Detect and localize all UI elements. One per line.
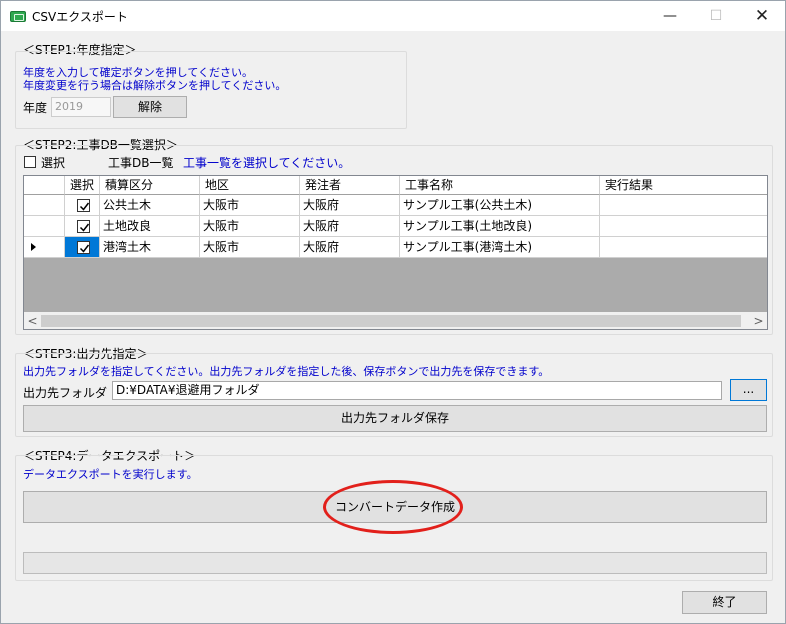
cell-client[interactable]: 大阪府: [300, 216, 400, 237]
step3-desc: 出力先フォルダを指定してください。出力先フォルダを指定した後、保存ボタンで出力先…: [23, 365, 550, 378]
close-button[interactable]: ✕: [739, 1, 785, 31]
row-header[interactable]: [24, 216, 65, 237]
cell-category[interactable]: 土地改良: [100, 216, 200, 237]
db-list-grid: 選択 積算区分 地区 発注者 工事名称 実行結果 公共土木 大阪市 大阪府 サン…: [23, 175, 768, 330]
cell-result[interactable]: [600, 237, 767, 258]
column-header-category[interactable]: 積算区分: [100, 176, 200, 195]
title-bar: CSVエクスポート — ☐ ✕: [1, 1, 785, 31]
year-label: 年度: [23, 101, 48, 115]
browse-folder-button[interactable]: ...: [730, 379, 767, 401]
folder-path-input[interactable]: D:¥DATA¥退避用フォルダ: [112, 381, 722, 400]
release-button[interactable]: 解除: [113, 96, 187, 118]
cell-result[interactable]: [600, 216, 767, 237]
current-row-arrow-icon: [31, 243, 36, 251]
row-checkbox-cell[interactable]: [65, 237, 100, 258]
row-checkbox[interactable]: [77, 241, 90, 254]
column-header-select[interactable]: 選択: [65, 176, 100, 195]
exit-button[interactable]: 終了: [682, 591, 767, 614]
year-input[interactable]: 2019: [51, 97, 111, 117]
cell-district[interactable]: 大阪市: [200, 216, 300, 237]
app-icon: [10, 11, 26, 22]
scroll-left-icon[interactable]: <: [24, 313, 41, 329]
save-folder-button[interactable]: 出力先フォルダ保存: [23, 405, 767, 432]
row-checkbox[interactable]: [77, 199, 90, 212]
db-list-hint: 工事一覧を選択してください。: [183, 156, 351, 170]
cell-district[interactable]: 大阪市: [200, 195, 300, 216]
table-row[interactable]: 土地改良 大阪市 大阪府 サンプル工事(土地改良): [24, 216, 767, 237]
step1-desc2: 年度変更を行う場合は解除ボタンを押してください。: [23, 79, 287, 92]
maximize-button[interactable]: ☐: [693, 1, 739, 31]
db-list-label: 工事DB一覧: [108, 156, 174, 170]
cell-client[interactable]: 大阪府: [300, 237, 400, 258]
progress-bar: [23, 552, 767, 574]
csv-export-window: CSVエクスポート — ☐ ✕ ＜STEP1:年度指定＞ 年度を入力して確定ボタ…: [0, 0, 786, 624]
row-checkbox[interactable]: [77, 220, 90, 233]
scroll-right-icon[interactable]: >: [750, 313, 767, 329]
window-title: CSVエクスポート: [32, 10, 128, 24]
folder-label: 出力先フォルダ: [23, 386, 108, 400]
horizontal-scrollbar[interactable]: < >: [24, 312, 767, 329]
column-header-client[interactable]: 発注者: [300, 176, 400, 195]
cell-client[interactable]: 大阪府: [300, 195, 400, 216]
table-row[interactable]: 港湾土木 大阪市 大阪府 サンプル工事(港湾土木): [24, 237, 767, 258]
row-header[interactable]: [24, 237, 65, 258]
grid-header: 選択 積算区分 地区 発注者 工事名称 実行結果: [24, 176, 767, 195]
cell-name[interactable]: サンプル工事(土地改良): [400, 216, 600, 237]
column-header-result[interactable]: 実行結果: [600, 176, 767, 195]
cell-name[interactable]: サンプル工事(港湾土木): [400, 237, 600, 258]
scrollbar-thumb[interactable]: [41, 315, 741, 327]
row-header[interactable]: [24, 195, 65, 216]
column-header-name[interactable]: 工事名称: [400, 176, 600, 195]
cell-district[interactable]: 大阪市: [200, 237, 300, 258]
table-row[interactable]: 公共土木 大阪市 大阪府 サンプル工事(公共土木): [24, 195, 767, 216]
select-all-label: 選択: [41, 156, 66, 170]
cell-category[interactable]: 港湾土木: [100, 237, 200, 258]
cell-result[interactable]: [600, 195, 767, 216]
cell-name[interactable]: サンプル工事(公共土木): [400, 195, 600, 216]
highlight-annotation: [323, 480, 463, 534]
select-all-checkbox[interactable]: [24, 156, 36, 168]
row-checkbox-cell[interactable]: [65, 195, 100, 216]
row-checkbox-cell[interactable]: [65, 216, 100, 237]
cell-category[interactable]: 公共土木: [100, 195, 200, 216]
column-header-district[interactable]: 地区: [200, 176, 300, 195]
step4-desc: データエクスポートを実行します。: [23, 468, 198, 481]
minimize-button[interactable]: —: [647, 1, 693, 31]
